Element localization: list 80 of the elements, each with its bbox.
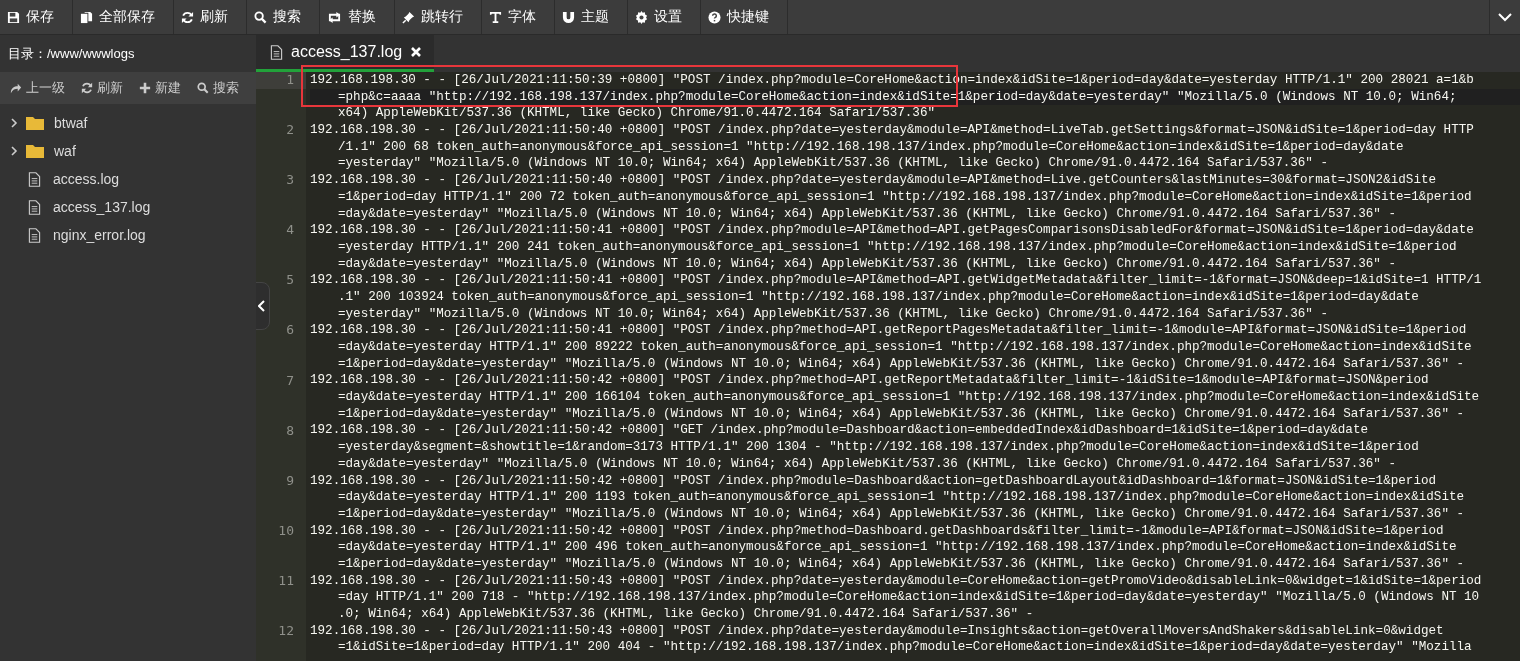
log-line-text: =yesterday" "Mozilla/5.0 (Windows NT 10.0; Win64; x64) AppleWebKit/537.36 (KHTML, like Gecko) Chrome/91.0.4472.164 Safari/537.36" - — [337, 305, 1330, 323]
line-number: 5 — [285, 272, 295, 290]
refresh-icon — [81, 82, 93, 94]
replace-icon — [327, 10, 342, 24]
log-line-text: =1&idSite=1&period=day HTTP/1.1" 200 404 - "http://192.168.198.137/index.php?module=CoreHome&action=index&idSite=1&period=day&date=yesterday" "Mozilla — [337, 639, 1473, 657]
file-icon — [270, 44, 283, 60]
search-icon — [197, 82, 209, 94]
log-line-text: 192.168.198.30 - - [26/Jul/2021:11:50:41 +0800] "POST /index.php?module=API&method=API.getWidgetMetadata&filter_limit=-1&format=JSON&deep=1&idSite=1 HTTP/1 — [310, 272, 1483, 289]
gear-icon — [635, 10, 648, 24]
log-line-text: 192.168.198.30 - - [26/Jul/2021:11:50:41 +0800] "POST /index.php?method=API.getReportPagesMetadata&filter_limit=-1&module=API&format=JSON&idSite=1&period — [310, 322, 1468, 339]
sidebar-action[interactable]: 上一级 — [8, 79, 71, 97]
directory-path: 目录：/www/wwwlogs — [8, 44, 135, 63]
file-icon — [28, 199, 41, 215]
log-line-text: =1&period=day&date=yesterday" "Mozilla/5.0 (Windows NT 10.0; Win64; x64) AppleWebKit/537.36 (KHTML, like Gecko) Chrome/91.0.4472.164 Safari/537.36" - — [337, 405, 1466, 423]
log-line-text: =1&period=day&date=yesterday" "Mozilla/5.0 (Windows NT 10.0; Win64; x64) AppleWebKit/537.36 (KHTML, like Gecko) Chrome/91.0.4472.164 Safari/537.36" - — [337, 505, 1466, 523]
line-number: 11 — [277, 572, 295, 590]
log-line-text: =day HTTP/1.1" 200 718 - "http://192.168.198.137/index.php?module=CoreHome&action=index&idSite=1&period=day&date=yesterday" "Mozilla/5.0 (Windows NT 10 — [337, 589, 1481, 606]
log-line-text: =day&date=yesterday HTTP/1.1" 200 496 token_auth=anonymous&force_api_session=1 "http://192.168.198.137/index.php?module=CoreHome&action=index&idSite — [337, 539, 1458, 556]
sidebar-action[interactable]: 新建 — [137, 79, 187, 97]
file-item[interactable]: nginx_error.log — [0, 221, 256, 249]
folder-item[interactable]: btwaf — [0, 109, 256, 137]
collapse-handle[interactable] — [256, 282, 270, 330]
file-icon — [28, 171, 41, 187]
search-icon — [254, 10, 267, 24]
chevron-left-icon — [258, 300, 266, 312]
file-icon — [28, 227, 41, 243]
log-line-text: =1&period=day HTTP/1.1" 200 72 token_auth=anonymous&force_api_session=1 "http://192.168.198.137/index.php?module=CoreHome&action=index&idSite=1&period — [337, 188, 1473, 206]
log-line-text: =yesterday HTTP/1.1" 200 241 token_auth=anonymous&force_api_session=1 "http://192.168.198.137/index.php?module=CoreHome&action=index&idSite=1&period — [337, 238, 1458, 256]
log-line-text: 192.168.198.30 - - [26/Jul/2021:11:50:42 +0800] "POST /index.php?module=Dashboard&action=getDashboardLayout&idDashboard=1&format=JSON&idSite=1&period — [310, 472, 1438, 490]
log-line-text: 192.168.198.30 - - [26/Jul/2021:11:50:40 +0800] "POST /index.php?date=yesterday&module=API&method=Live.getCounters&lastMinutes=30&format=JSON2&idSite — [310, 172, 1438, 189]
file-tab[interactable]: access_137.log — [256, 35, 435, 72]
log-line-text: =day&date=yesterday HTTP/1.1" 200 166104 token_auth=anonymous&force_api_session=1 "http://192.168.198.137/index.php?module=CoreHome&action=index&idSite — [337, 389, 1481, 406]
text-icon — [489, 10, 502, 24]
copy-icon — [80, 10, 93, 24]
log-line-text: 192.168.198.30 - - [26/Jul/2021:11:50:41 +0800] "POST /index.php?module=API&method=API.getPagesComparisonsDisabledFor&format=JSON&idSite=1&period=day&date — [310, 222, 1475, 239]
folder-icon — [26, 116, 44, 130]
log-line-text: .0; Win64; x64) AppleWebKit/537.36 (KHTML, like Gecko) Chrome/91.0.4472.164 Safari/537.36" - — [337, 606, 1035, 623]
log-line-text: =day&date=yesterday" "Mozilla/5.0 (Windows NT 10.0; Win64; x64) AppleWebKit/537.36 (KHTML, like Gecko) Chrome/91.0.4472.164 Safari/537.36" - — [337, 455, 1398, 473]
line-number: 12 — [277, 623, 295, 640]
log-line-text: =yesterday" "Mozilla/5.0 (Windows NT 10.0; Win64; x64) AppleWebKit/537.36 (KHTML, like Gecko) Chrome/91.0.4472.164 Safari/537.36" - — [337, 155, 1330, 173]
sidebar-action[interactable]: 刷新 — [79, 79, 129, 97]
log-line-text: 192.168.198.30 - - [26/Jul/2021:11:50:43 +0800] "POST /index.php?date=yesterday&module=CoreHome&action=getPromoVideo&disableLink=0&widget=1&idSite=1&period — [310, 572, 1483, 590]
magnet-icon — [562, 10, 575, 24]
line-number: 1 — [256, 72, 306, 89]
log-line-text: =1&period=day&date=yesterday" "Mozilla/5.0 (Windows NT 10.0; Win64; x64) AppleWebKit/537.36 (KHTML, like Gecko) Chrome/91.0.4472.164 Safari/537.36" - — [337, 555, 1466, 573]
log-line-text: =1&period=day&date=yesterday" "Mozilla/5.0 (Windows NT 10.0; Win64; x64) AppleWebKit/537.36 (KHTML, like Gecko) Chrome/91.0.4472.164 Safari/537.36" - — [337, 355, 1466, 373]
log-line-text: 192.168.198.30 - - [26/Jul/2021:11:50:40 +0800] "POST /index.php?date=yesterday&module=API&method=LiveTab.getSettings&format=JSON&idSite=1&period=day HTTP — [310, 122, 1475, 139]
refresh-icon — [181, 10, 194, 24]
log-line-text: =day&date=yesterday HTTP/1.1" 200 89222 token_auth=anonymous&force_api_session=1 "http://192.168.198.137/index.php?module=CoreHome&action=index&idSite — [337, 339, 1473, 356]
log-line-text: /1.1" 200 68 token_auth=anonymous&force_api_session=1 "http://192.168.198.137/index.php?module=CoreHome&action=index&idSite=1&period=day&date — [337, 138, 1405, 156]
log-line-text: 192.168.198.30 - - [26/Jul/2021:11:50:42 +0800] "GET /index.php?module=Dashboard&action=embeddedIndex&idDashboard=1&idSite=1&period=day&date — [310, 422, 1370, 440]
line-number: 3 — [285, 172, 295, 189]
file-item[interactable]: access.log — [0, 165, 256, 193]
line-number: 8 — [285, 422, 295, 440]
line-number: 9 — [285, 472, 295, 490]
close-icon[interactable] — [410, 46, 423, 58]
log-line-text: 192.168.198.30 - - [26/Jul/2021:11:50:42 +0800] "POST /index.php?method=Dashboard.getDashboards&filter_limit=-1&module=API&format=JSON&idSite=1&period — [310, 522, 1445, 540]
folder-icon — [26, 144, 44, 158]
file-item[interactable]: access_137.log — [0, 193, 256, 221]
help-icon — [708, 10, 721, 24]
line-number: 4 — [285, 222, 295, 239]
pushpin-icon — [402, 10, 415, 24]
log-line-text: 192.168.198.30 - - [26/Jul/2021:11:50:42 +0800] "POST /index.php?method=API.getReportMetadata&filter_limit=-1&idSite=1&module=API&format=JSON&period — [310, 372, 1430, 390]
log-line-text: =yesterday&segment=&showtitle=1&random=3173 HTTP/1.1" 200 1304 - "http://192.168.198.137/index.php?module=CoreHome&action=index&idSite=1&period — [337, 439, 1420, 456]
line-number: 7 — [285, 372, 295, 390]
line-number: 6 — [285, 322, 295, 340]
log-line-text: =day&date=yesterday" "Mozilla/5.0 (Windows NT 10.0; Win64; x64) AppleWebKit/537.36 (KHTML, like Gecko) Chrome/91.0.4472.164 Safari/537.36" - — [337, 205, 1398, 223]
folder-item[interactable]: waf — [0, 137, 256, 165]
log-line-text: 192.168.198.30 - - [26/Jul/2021:11:50:43 +0800] "POST /index.php?date=yesterday&module=Insights&action=getOverallMoversAndShakers&disableLink=0&widget — [310, 622, 1445, 640]
line-number: 2 — [285, 122, 295, 139]
plus-icon — [139, 82, 151, 94]
log-line-text: =day&date=yesterday HTTP/1.1" 200 1193 token_auth=anonymous&force_api_session=1 "http://192.168.198.137/index.php?module=CoreHome&action=index&idSite — [337, 489, 1466, 506]
log-line-text: =day&date=yesterday" "Mozilla/5.0 (Windows NT 10.0; Win64; x64) AppleWebKit/537.36 (KHTML, like Gecko) Chrome/91.0.4472.164 Safari/537.36" - — [337, 255, 1398, 273]
share-arrow-icon — [10, 82, 22, 94]
log-line-text: .1" 200 103924 token_auth=anonymous&force_api_session=1 "http://192.168.198.137/index.php?module=CoreHome&action=index&idSite=1&period=day&date — [337, 288, 1420, 306]
log-line-text: x64) AppleWebKit/537.36 (KHTML, like Gecko) Chrome/91.0.4472.164 Safari/537.36" — [337, 105, 937, 123]
chevron-down-icon — [1498, 12, 1512, 22]
line-number: 10 — [277, 522, 295, 540]
sidebar-action[interactable]: 搜索 — [195, 79, 245, 97]
floppy-icon — [7, 10, 20, 24]
